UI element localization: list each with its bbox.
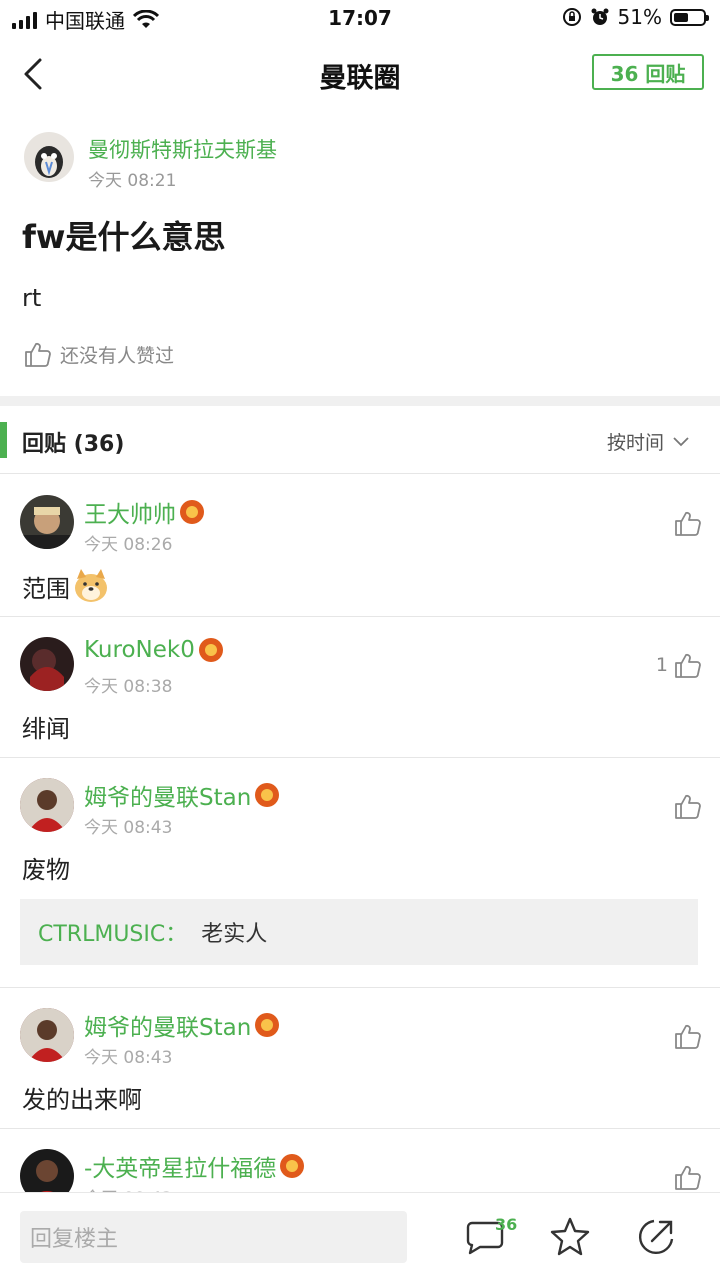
- status-right: 51%: [562, 5, 709, 29]
- reply-like-button[interactable]: [668, 1022, 702, 1050]
- sort-dropdown[interactable]: 按时间: [607, 428, 690, 455]
- replies-header-title: 回贴 (36): [22, 432, 125, 457]
- reply-avatar[interactable]: [20, 495, 74, 549]
- reply-time: 今天 08:38: [84, 677, 173, 697]
- chevron-down-icon: [673, 436, 689, 446]
- reply-author[interactable]: KuroNek0: [84, 637, 223, 663]
- reply-time: 今天 08:43: [84, 818, 173, 838]
- reply-avatar[interactable]: [20, 1008, 74, 1062]
- reply-author[interactable]: -大英帝星拉什福德: [84, 1149, 305, 1183]
- rotation-lock-icon: [562, 8, 581, 26]
- reply-time: 今天 08:26: [84, 535, 173, 555]
- post-author-avatar[interactable]: [24, 132, 74, 182]
- post-time: 今天 08:21: [88, 171, 177, 191]
- reply-text: 绯闻: [22, 715, 70, 743]
- reply-author-name: 王大帅帅: [84, 502, 176, 528]
- reply-like-button[interactable]: 1: [656, 651, 702, 679]
- thumbs-up-icon: [675, 653, 701, 678]
- reply-text: 废物: [22, 856, 70, 884]
- reply-like-button[interactable]: [668, 792, 702, 820]
- quoted-text: 老实人: [201, 922, 268, 947]
- thumbs-up-icon: [675, 511, 701, 536]
- reply-time: 今天 08:43: [84, 1048, 173, 1068]
- battery-icon: [670, 8, 709, 26]
- post-author-name[interactable]: 曼彻斯特斯拉夫斯基: [88, 134, 277, 164]
- reply-content: 范围: [22, 567, 110, 605]
- post-body: rt: [22, 284, 42, 312]
- post-like-text: 还没有人赞过: [60, 344, 175, 367]
- reply-author[interactable]: 姆爷的曼联Stan: [84, 1008, 280, 1042]
- reply-like-button[interactable]: [668, 509, 702, 537]
- reply-text: 发的出来啊: [22, 1086, 142, 1114]
- bottom-bar: 回复楼主 36: [0, 1192, 720, 1281]
- battery-percent: 51%: [617, 5, 662, 29]
- thumbs-up-icon: [675, 1165, 701, 1190]
- divider-line: [0, 473, 720, 474]
- reply-author-name: -大英帝星拉什福德: [84, 1156, 277, 1182]
- replies-header-accent: [0, 422, 7, 458]
- reply-author-name: 姆爷的曼联Stan: [84, 1015, 252, 1041]
- team-badge-icon: [255, 1013, 280, 1037]
- battery-level: [674, 12, 688, 22]
- section-divider: [0, 396, 720, 406]
- quoted-reply[interactable]: CTRLMUSIC： 老实人: [20, 899, 698, 965]
- post-like-row[interactable]: 还没有人赞过: [24, 340, 174, 368]
- reply-input[interactable]: 回复楼主: [20, 1211, 407, 1263]
- reply-item: 姆爷的曼联Stan 今天 08:43 发的出来啊: [0, 988, 720, 1128]
- comment-count-badge: 36: [495, 1215, 518, 1234]
- quoted-author[interactable]: CTRLMUSIC：: [38, 916, 187, 948]
- doge-emoji-icon: [75, 569, 107, 602]
- reply-item: KuroNek0 今天 08:38 绯闻 1: [0, 617, 720, 757]
- team-badge-icon: [198, 638, 223, 662]
- reply-content: 废物: [22, 850, 70, 885]
- reply-author-name: KuroNek0: [84, 637, 195, 663]
- reply-item: 姆爷的曼联Stan 今天 08:43 废物 CTRLMUSIC： 老实人: [0, 758, 720, 986]
- reply-avatar[interactable]: [20, 1149, 74, 1192]
- reply-count-button[interactable]: 36 回贴: [592, 54, 704, 90]
- team-badge-icon: [280, 1154, 305, 1178]
- reply-avatar[interactable]: [20, 637, 74, 691]
- reply-item: -大英帝星拉什福德 今天 08:43: [0, 1129, 720, 1192]
- thumbs-up-icon: [675, 794, 701, 819]
- reply-like-button[interactable]: [674, 1163, 702, 1191]
- reply-author[interactable]: 姆爷的曼联Stan: [84, 778, 280, 812]
- reply-time: 今天 08:43: [84, 1184, 172, 1192]
- nav-bar: 曼联圈 36 回贴: [0, 36, 720, 112]
- thumbs-up-icon: [25, 342, 51, 367]
- reply-input-placeholder: 回复楼主: [30, 1227, 119, 1252]
- share-icon[interactable]: [634, 1215, 678, 1259]
- thumbs-up-icon: [675, 1024, 701, 1049]
- team-badge-icon: [180, 500, 204, 524]
- post-title: fw是什么意思: [22, 218, 226, 256]
- alarm-icon: [591, 8, 609, 25]
- reply-author[interactable]: 王大帅帅: [84, 495, 204, 529]
- reply-text: 范围: [22, 574, 70, 603]
- team-badge-icon: [255, 783, 280, 807]
- reply-avatar[interactable]: [20, 778, 74, 832]
- status-bar: 中国联通 17:07 51%: [0, 0, 720, 36]
- star-icon[interactable]: [548, 1215, 592, 1259]
- reply-author-name: 姆爷的曼联Stan: [84, 785, 252, 811]
- reply-content: 绯闻: [22, 709, 70, 744]
- reply-content: 发的出来啊: [22, 1080, 142, 1115]
- reply-like-count: 1: [655, 654, 668, 676]
- reply-item: 王大帅帅 今天 08:26 范围: [0, 475, 720, 616]
- sort-label: 按时间: [606, 432, 664, 454]
